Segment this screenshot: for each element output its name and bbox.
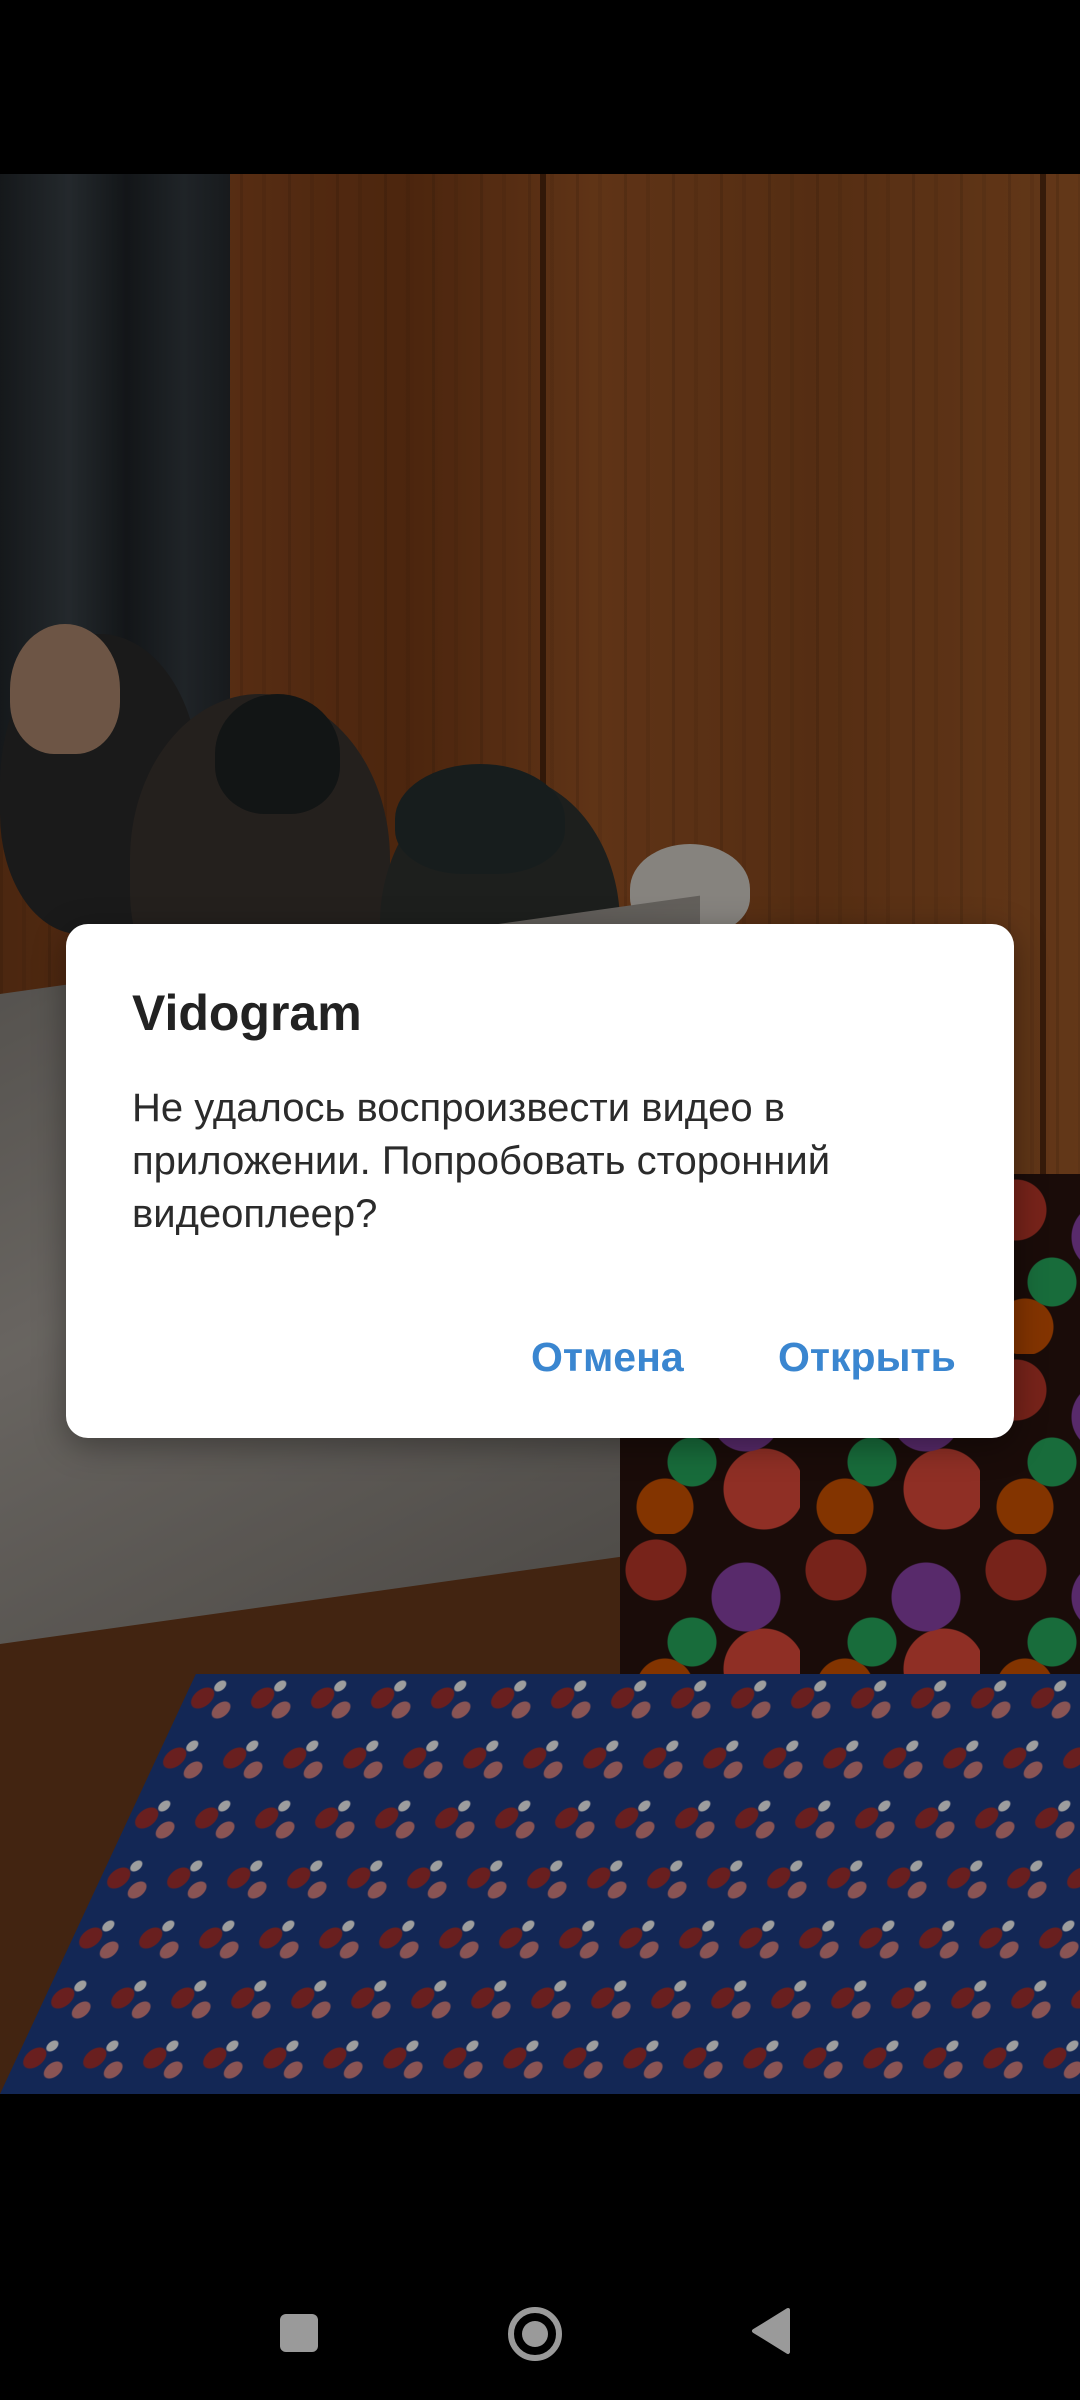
status-bar [0, 0, 1080, 174]
triangle-back-icon [752, 2308, 790, 2354]
dialog-title: Vidogram [132, 985, 362, 1041]
recents-button[interactable] [280, 2314, 320, 2354]
alert-dialog: Vidogram Не удалось воспроизвести видео … [66, 924, 1014, 1438]
screen: Vidogram Не удалось воспроизвести видео … [0, 0, 1080, 2400]
open-button[interactable]: Открыть [778, 1334, 956, 1381]
back-button[interactable] [748, 2306, 792, 2356]
circle-home-icon [508, 2307, 562, 2361]
dialog-message: Не удалось воспроизвести видео в приложе… [132, 1086, 831, 1236]
home-button[interactable] [505, 2304, 565, 2364]
navigation-bar [0, 2094, 1080, 2400]
cancel-button[interactable]: Отмена [531, 1334, 684, 1381]
square-recents-icon [280, 2314, 318, 2352]
